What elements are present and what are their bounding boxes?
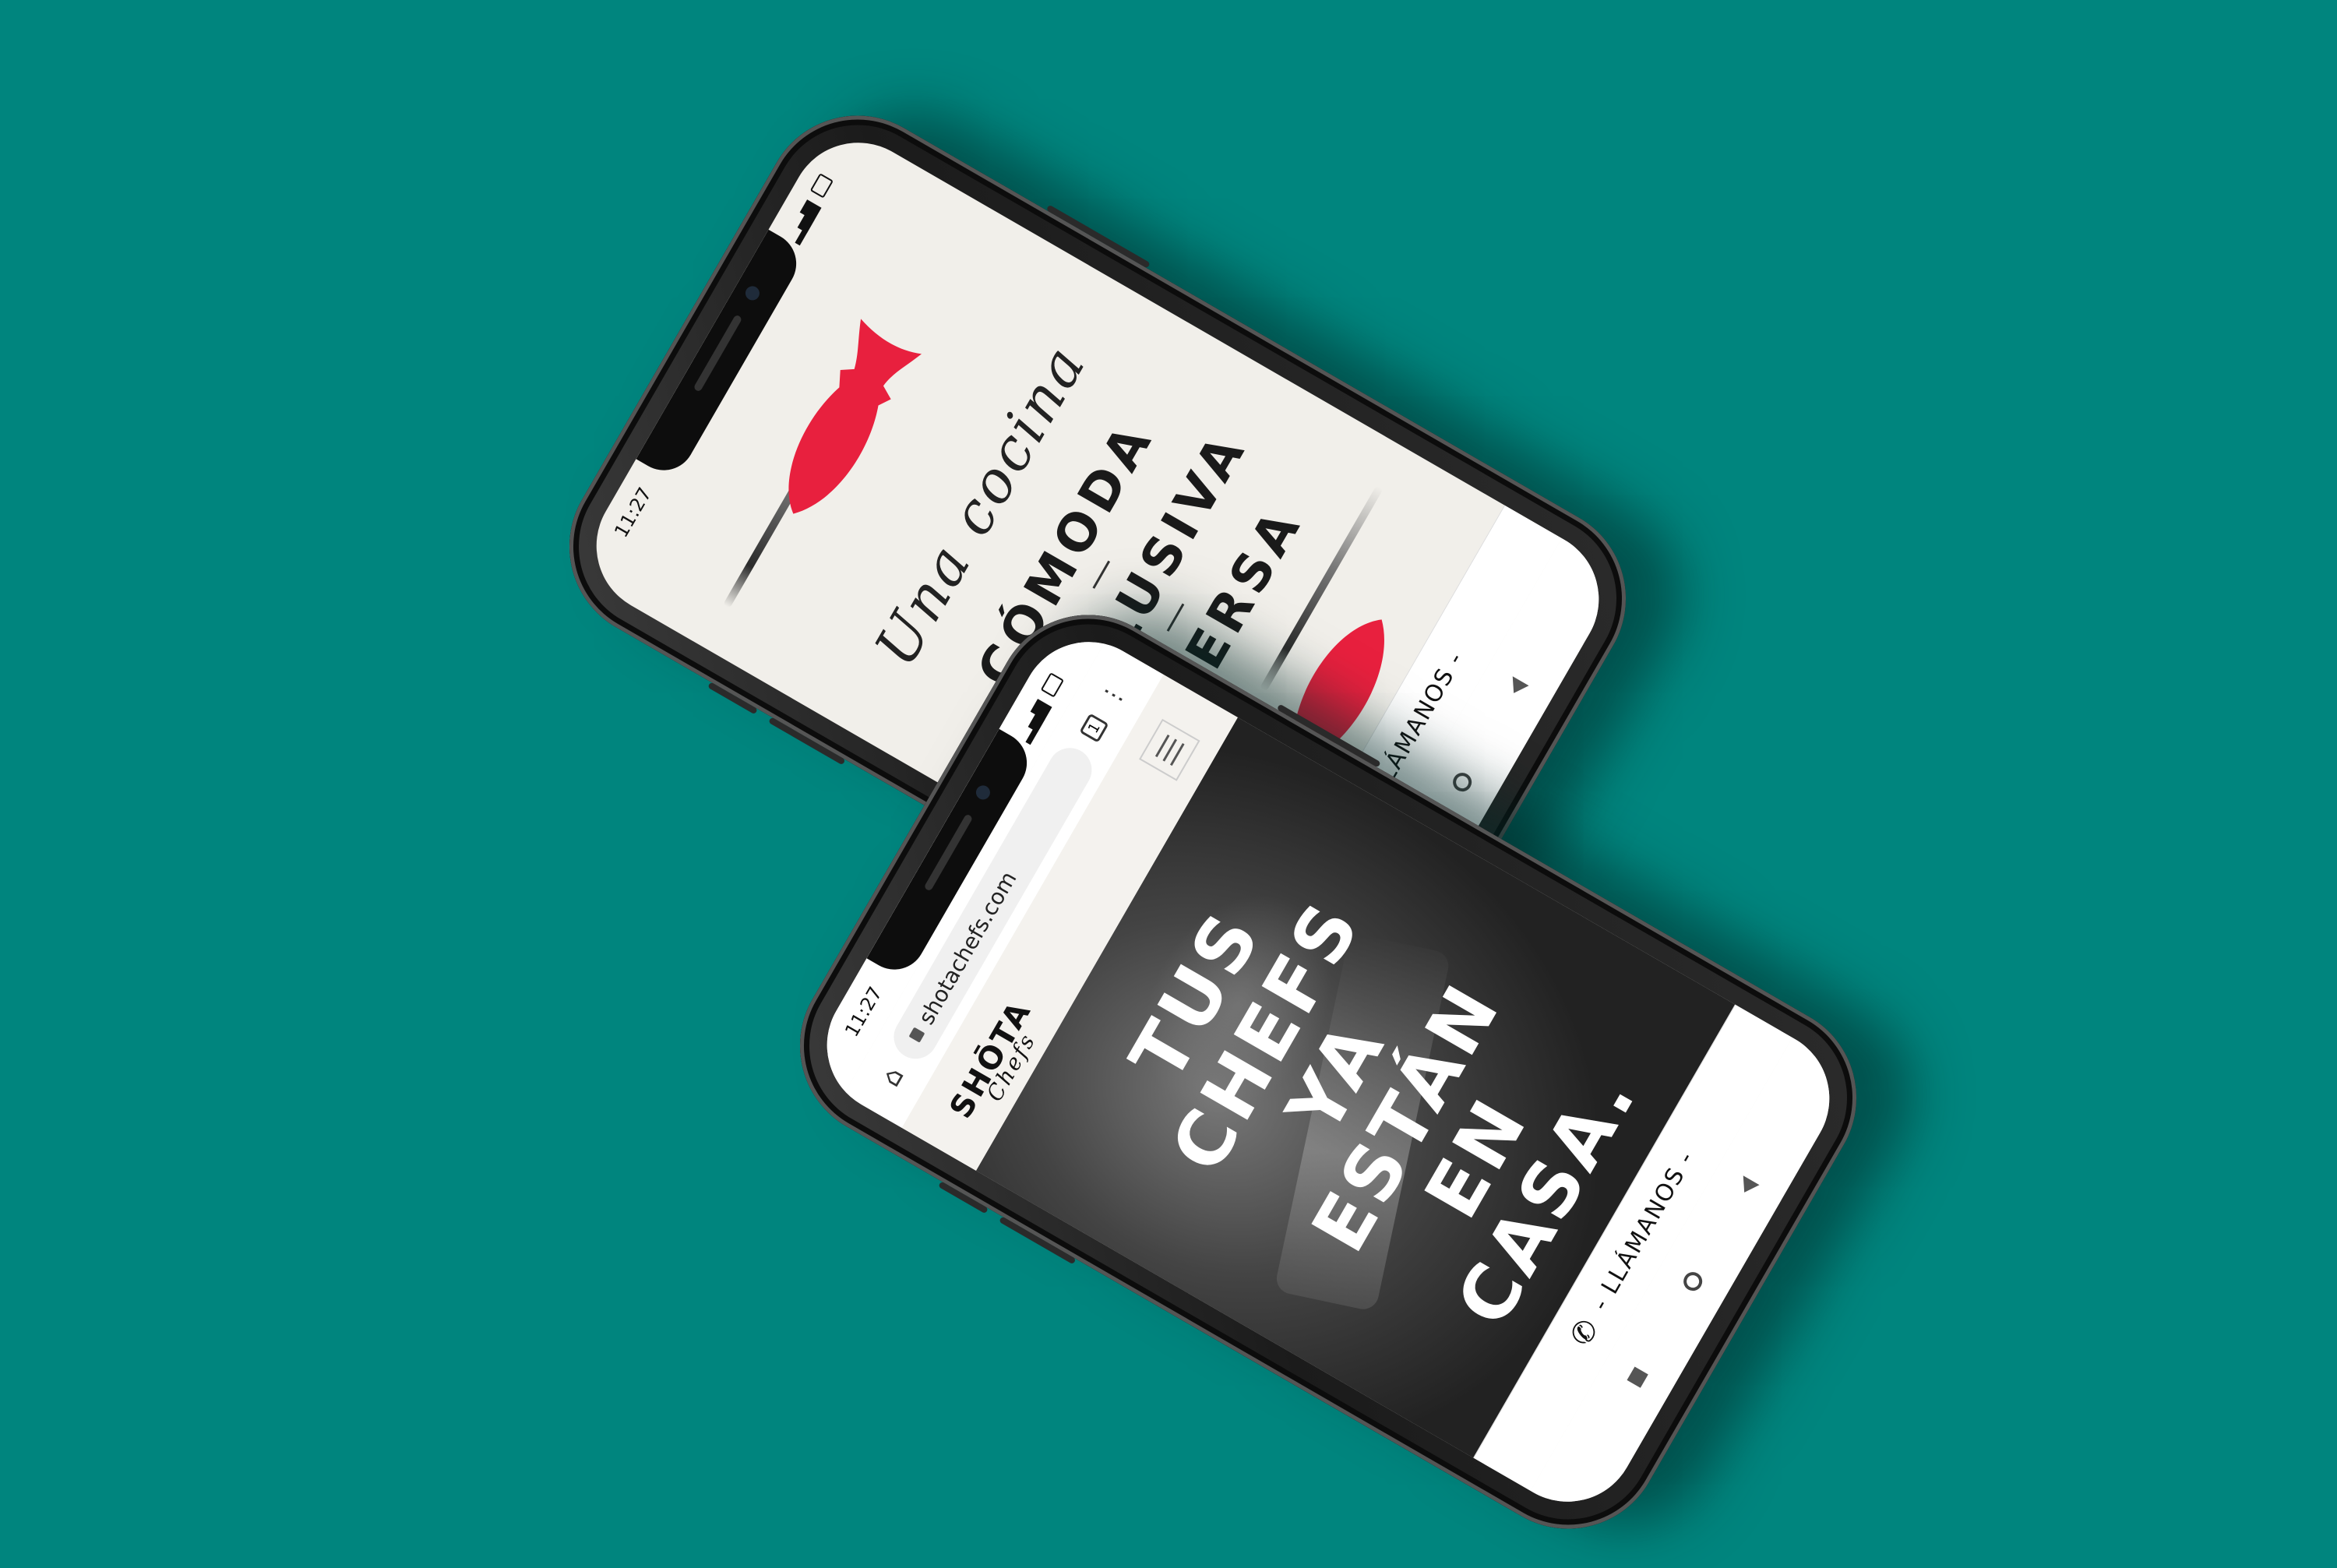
phone-screen: 11:27 ▂▄▆ ⌂ shotachefs.com 1 ⋮ SHŌTA Che…: [802, 617, 1855, 1527]
recents-button[interactable]: [1627, 1366, 1648, 1388]
back-button[interactable]: [1505, 676, 1529, 698]
fish-icon: [788, 319, 922, 514]
divider: [1166, 603, 1185, 632]
battery-icon: [1040, 672, 1065, 698]
home-icon[interactable]: ⌂: [875, 1062, 910, 1092]
front-camera: [742, 284, 763, 303]
phone-icon: ✆: [1563, 1312, 1606, 1352]
more-menu-icon[interactable]: ⋮: [1095, 678, 1130, 711]
status-time: 11:27: [841, 982, 887, 1041]
lock-icon: [908, 1027, 925, 1044]
status-time: 11:27: [610, 483, 657, 541]
volume-button: [999, 1216, 1077, 1265]
volume-button: [768, 717, 846, 766]
home-button[interactable]: [1680, 1268, 1706, 1295]
back-button[interactable]: [1736, 1175, 1760, 1197]
home-button[interactable]: [1449, 769, 1475, 795]
tabs-button[interactable]: 1: [1079, 713, 1109, 743]
signal-icon: ▂▄▆: [1011, 696, 1052, 745]
battery-icon: [809, 173, 834, 199]
divider: [1092, 560, 1111, 589]
volume-button: [938, 1181, 989, 1214]
signal-icon: ▂▄▆: [781, 197, 822, 246]
volume-button: [707, 682, 758, 715]
menu-button[interactable]: [1139, 718, 1200, 781]
front-camera: [973, 783, 993, 802]
